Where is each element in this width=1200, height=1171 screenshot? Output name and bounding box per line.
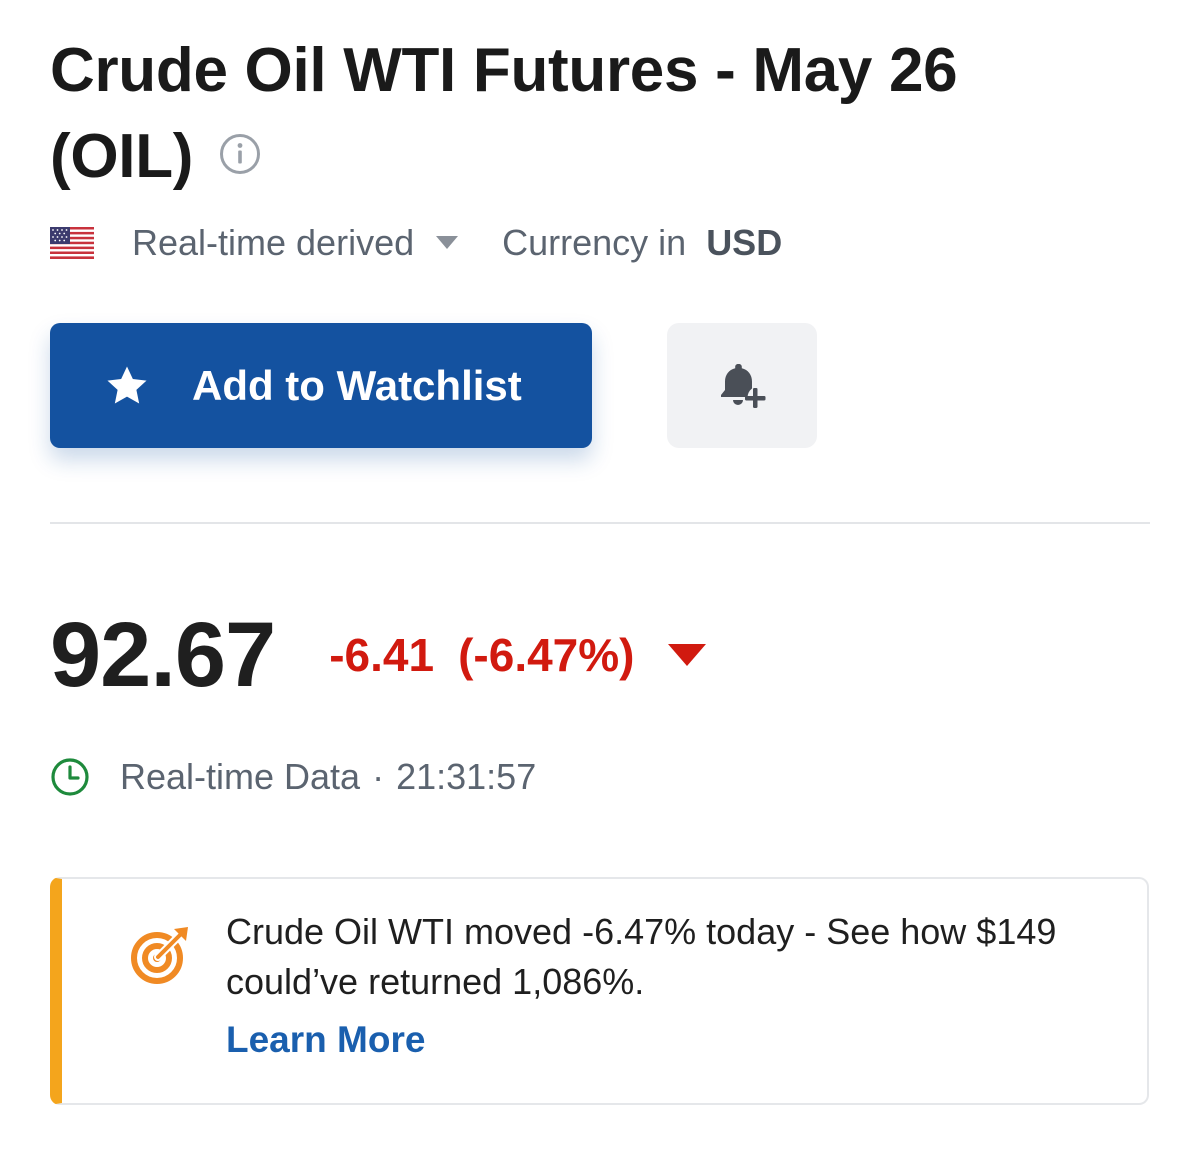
quote-meta-row: Real-time derived Currency in USD bbox=[50, 218, 782, 268]
currency-code: USD bbox=[706, 222, 783, 263]
info-circle-icon[interactable] bbox=[219, 133, 261, 175]
caret-down-icon[interactable] bbox=[436, 236, 459, 250]
triangle-down-icon bbox=[668, 644, 707, 666]
promo-card[interactable]: Crude Oil WTI moved -6.47% today - See h… bbox=[50, 877, 1149, 1105]
price-change-percent: (-6.47%) bbox=[458, 629, 635, 681]
add-to-watchlist-button[interactable]: Add to Watchlist bbox=[50, 323, 592, 448]
page-title: Crude Oil WTI Futures - May 26 (OIL) bbox=[50, 28, 1050, 200]
realtime-status: Real-time Data · 21:31:57 bbox=[50, 752, 536, 802]
price-row: 92.67 -6.41 (-6.47%) bbox=[50, 600, 707, 710]
promo-message: Crude Oil WTI moved -6.47% today - See h… bbox=[226, 911, 1057, 1002]
separator-dot: · bbox=[372, 756, 385, 797]
realtime-label: Real-time Data bbox=[120, 756, 361, 797]
bell-plus-icon bbox=[721, 363, 766, 408]
clock-icon bbox=[51, 758, 89, 796]
watchlist-button-label: Add to Watchlist bbox=[192, 361, 522, 409]
create-alert-button[interactable] bbox=[667, 323, 817, 448]
section-divider bbox=[50, 522, 1150, 524]
quote-page: Crude Oil WTI Futures - May 26 (OIL) Rea… bbox=[0, 0, 1200, 1171]
currency-label: Currency in bbox=[502, 222, 687, 263]
last-price: 92.67 bbox=[50, 603, 276, 706]
price-change: -6.41 bbox=[329, 629, 435, 681]
star-icon bbox=[107, 365, 147, 403]
us-flag-icon bbox=[50, 227, 94, 259]
quote-time: 21:31:57 bbox=[396, 756, 537, 797]
data-source-dropdown[interactable]: Real-time derived bbox=[132, 222, 414, 264]
learn-more-link[interactable]: Learn More bbox=[226, 1019, 425, 1061]
page-title-text: Crude Oil WTI Futures - May 26 (OIL) bbox=[50, 36, 958, 191]
target-icon bbox=[131, 927, 188, 984]
